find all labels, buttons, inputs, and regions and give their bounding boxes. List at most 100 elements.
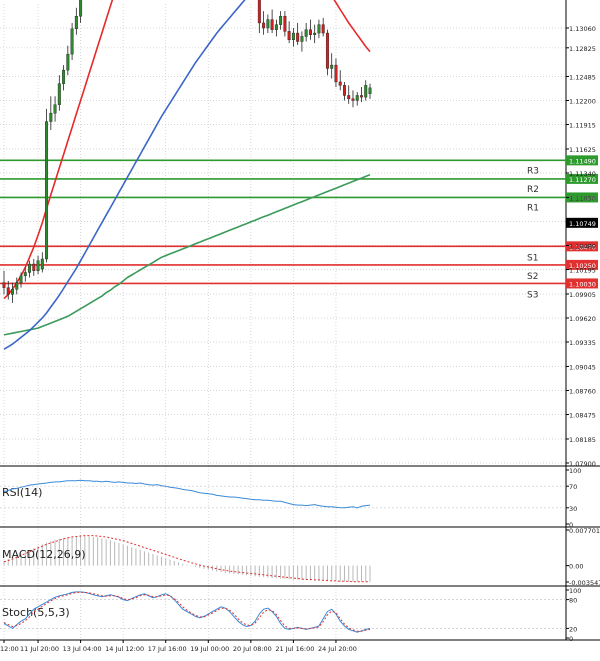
stoch-pane: 10080200Stoch(5,5,3) [0, 587, 581, 643]
price-tick-label: 1.11340 [569, 170, 596, 178]
price-tick-label: 1.10480 [569, 243, 596, 251]
ma-line-blue [3, 0, 246, 350]
candle-body [308, 29, 312, 35]
candle-body [66, 53, 70, 71]
price-tick-label: 1.08760 [569, 388, 596, 396]
chart-canvas: R31.11490R21.11270R11.11050S11.10470S21.… [0, 0, 600, 653]
level-price-label: 1.11490 [569, 157, 596, 165]
candle-body [270, 19, 274, 30]
candle-body [304, 29, 308, 37]
candle-body [262, 22, 266, 29]
candle-body [6, 287, 10, 295]
candle-body [40, 258, 44, 270]
price-tick-label: 1.11050 [569, 194, 596, 202]
price-tick-label: 1.12485 [569, 73, 596, 81]
candle-body [79, 0, 83, 17]
rsi-pane: 10070300RSI(14) [0, 467, 581, 529]
macd-pane: 0.007701 0.00 -0.003547 MACD(12,26,9) [2, 527, 600, 587]
price-tick-label: 1.09335 [569, 339, 596, 347]
pane-tick-label: 30 [569, 505, 577, 513]
time-axis: 12:00 11 Jul 20:00 13 Jul 04:00 14 Jul 12:0… [0, 640, 357, 653]
candle-body [15, 282, 19, 290]
candle-body [257, 0, 261, 24]
time-tick-label: 12:00 [0, 645, 19, 653]
candle-body [368, 87, 372, 94]
price-tick-label: 1.09905 [569, 291, 596, 299]
price-tick-label: 1.11915 [569, 122, 596, 130]
ma-line-green [3, 173, 371, 336]
price-tick-label: 1.09620 [569, 315, 596, 323]
candle-body [49, 112, 53, 122]
support-resistance-levels: R31.11490R21.11270R11.11050S11.10470S21.… [0, 155, 598, 300]
pane-label: RSI(14) [2, 486, 42, 499]
price-tick-label: 1.08185 [569, 436, 596, 444]
candle-body [19, 275, 23, 283]
level-name-s2: S2 [527, 272, 538, 282]
candle-body [330, 64, 334, 69]
price-tick-label: 1.11625 [569, 146, 596, 154]
candle-body [279, 15, 283, 25]
candle-body [45, 121, 49, 260]
time-tick-label: 17 Jul 16:00 [148, 645, 187, 653]
time-tick-label: 19 Jul 00:00 [190, 645, 229, 653]
candle-body [342, 85, 346, 96]
candle-body [36, 260, 40, 271]
price-tick-label: 1.12825 [569, 45, 596, 53]
price-tick-label: 1.12200 [569, 98, 596, 106]
pane-tick-label: 80 [569, 597, 577, 605]
candle-body [70, 28, 74, 55]
candle-body [53, 104, 57, 114]
candle-body [23, 272, 27, 277]
candle-body [355, 95, 359, 101]
level-name-r3: R3 [527, 166, 539, 176]
time-tick-label: 24 Jul 20:00 [318, 645, 357, 653]
level-price-label: 1.10030 [569, 280, 596, 288]
level-name-s3: S3 [527, 290, 538, 300]
price-axis: 1.13060 1.12825 1.12485 1.12200 1.11915 1.116… [566, 25, 598, 468]
candle-body [291, 32, 295, 41]
pane-tick-label: 20 [569, 625, 577, 633]
candle-body [32, 263, 36, 271]
candle-body [334, 64, 338, 83]
pane-tick-label: 0.00 [569, 563, 583, 571]
candle-body [274, 24, 278, 30]
candle-body [266, 19, 270, 29]
time-tick-label: 20 Jul 08:00 [233, 645, 272, 653]
time-tick-label: 14 Jul 12:00 [105, 645, 144, 653]
candle-body [317, 24, 321, 34]
level-name-s1: S1 [527, 253, 538, 263]
price-tick-label: 1.10195 [569, 267, 596, 275]
candle-body [360, 95, 363, 98]
candle-body [2, 282, 6, 288]
candle-body [313, 32, 317, 35]
price-tick-label: 1.08475 [569, 412, 596, 420]
indicator-panes: 100 70 30 0 RSI(14) 0.007701 0.00 -0.003547 MACD… [0, 465, 600, 643]
candle-body [364, 85, 368, 98]
candle-body [74, 15, 78, 30]
candle-body [11, 289, 14, 295]
candle-body [347, 95, 351, 100]
pane-tick-label: 100 [569, 467, 581, 475]
candle-body [338, 81, 342, 86]
candle-body [300, 36, 304, 42]
price-tick-label: 1.13060 [569, 25, 596, 33]
moving-averages [3, 0, 371, 350]
candle-body [325, 32, 329, 69]
rsi-line [3, 479, 371, 509]
candle-body [287, 31, 291, 41]
candle-body [283, 15, 287, 32]
pane-tick-label: 0 [569, 635, 573, 643]
pane-tick-label: 70 [569, 483, 577, 491]
pane-tick-label: 100 [569, 587, 581, 595]
level-name-r1: R1 [527, 203, 539, 213]
candle-body [351, 98, 355, 101]
pane-label: MACD(12,26,9) [2, 548, 86, 561]
candle-body [296, 32, 300, 42]
candle-body [57, 83, 61, 105]
pane-tick-label: -0.003547 [569, 579, 600, 587]
time-tick-label: 21 Jul 16:00 [275, 645, 314, 653]
time-tick-label: 11 Jul 20:00 [20, 645, 59, 653]
time-tick-label: 13 Jul 04:00 [63, 645, 102, 653]
level-name-r2: R2 [527, 185, 539, 195]
candle-body [28, 263, 32, 273]
